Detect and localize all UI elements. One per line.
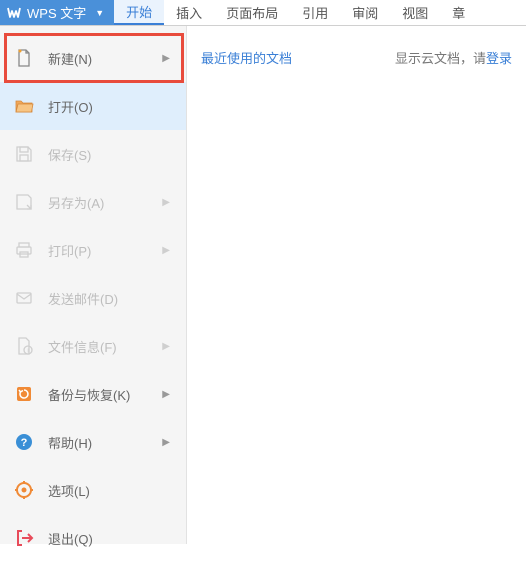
- svg-text:i: i: [27, 349, 28, 355]
- chevron-right-icon: ▶: [162, 437, 170, 448]
- main-area: 新建(N) ▶ 打开(O) 保存(S) 另存为(A) ▶: [0, 26, 526, 544]
- exit-icon: [14, 528, 34, 548]
- menu-item-help[interactable]: ? 帮助(H) ▶: [0, 418, 186, 466]
- save-icon: [14, 144, 34, 164]
- app-brand[interactable]: WPS 文字 ▼: [0, 0, 114, 25]
- menu-item-send-mail: 发送邮件(D): [0, 274, 186, 322]
- save-as-icon: [14, 192, 34, 212]
- login-link[interactable]: 登录: [486, 51, 512, 66]
- menu-label: 新建(N): [48, 49, 148, 68]
- menu-label: 选项(L): [48, 481, 172, 500]
- chevron-right-icon: ▶: [162, 197, 170, 208]
- recent-documents-title: 最近使用的文档: [201, 48, 292, 522]
- chevron-right-icon: ▶: [162, 341, 170, 352]
- tab-chapter[interactable]: 章: [440, 0, 477, 25]
- menu-label: 文件信息(F): [48, 337, 148, 356]
- print-icon: [14, 240, 34, 260]
- menu-label: 保存(S): [48, 145, 172, 164]
- menu-item-print: 打印(P) ▶: [0, 226, 186, 274]
- menu-item-exit[interactable]: 退出(Q): [0, 514, 186, 562]
- chevron-down-icon: ▼: [95, 8, 104, 18]
- folder-open-icon: [14, 96, 34, 116]
- menu-label: 退出(Q): [48, 529, 172, 548]
- tab-view[interactable]: 视图: [390, 0, 440, 25]
- content-panel: 最近使用的文档 显示云文档，请登录: [187, 26, 526, 544]
- app-header: WPS 文字 ▼ 开始 插入 页面布局 引用 审阅 视图 章: [0, 0, 526, 26]
- tab-review[interactable]: 审阅: [340, 0, 390, 25]
- backup-icon: [14, 384, 34, 404]
- menu-item-new[interactable]: 新建(N) ▶: [0, 34, 186, 82]
- menu-item-backup[interactable]: 备份与恢复(K) ▶: [0, 370, 186, 418]
- file-new-icon: [14, 48, 34, 68]
- menu-label: 发送邮件(D): [48, 289, 172, 308]
- ribbon-tabs: 开始 插入 页面布局 引用 审阅 视图 章: [114, 0, 477, 25]
- chevron-right-icon: ▶: [162, 389, 170, 400]
- menu-item-open[interactable]: 打开(O): [0, 82, 186, 130]
- menu-item-save-as: 另存为(A) ▶: [0, 178, 186, 226]
- svg-text:?: ?: [21, 437, 28, 449]
- help-icon: ?: [14, 432, 34, 452]
- menu-item-save: 保存(S): [0, 130, 186, 178]
- chevron-right-icon: ▶: [162, 245, 170, 256]
- chevron-right-icon: ▶: [162, 53, 170, 64]
- menu-item-options[interactable]: 选项(L): [0, 466, 186, 514]
- menu-item-file-info: i 文件信息(F) ▶: [0, 322, 186, 370]
- app-name: WPS 文字: [27, 3, 86, 22]
- tab-page-layout[interactable]: 页面布局: [214, 0, 290, 25]
- menu-label: 帮助(H): [48, 433, 148, 452]
- mail-icon: [14, 288, 34, 308]
- menu-label: 另存为(A): [48, 193, 148, 212]
- tab-start[interactable]: 开始: [114, 0, 164, 25]
- menu-label: 打印(P): [48, 241, 148, 260]
- file-menu-sidebar: 新建(N) ▶ 打开(O) 保存(S) 另存为(A) ▶: [0, 26, 187, 544]
- cloud-doc-hint: 显示云文档，请登录: [395, 48, 512, 522]
- menu-label: 备份与恢复(K): [48, 385, 148, 404]
- tab-insert[interactable]: 插入: [164, 0, 214, 25]
- file-info-icon: i: [14, 336, 34, 356]
- settings-icon: [14, 480, 34, 500]
- tab-references[interactable]: 引用: [290, 0, 340, 25]
- menu-label: 打开(O): [48, 97, 172, 116]
- wps-logo-icon: [6, 5, 22, 21]
